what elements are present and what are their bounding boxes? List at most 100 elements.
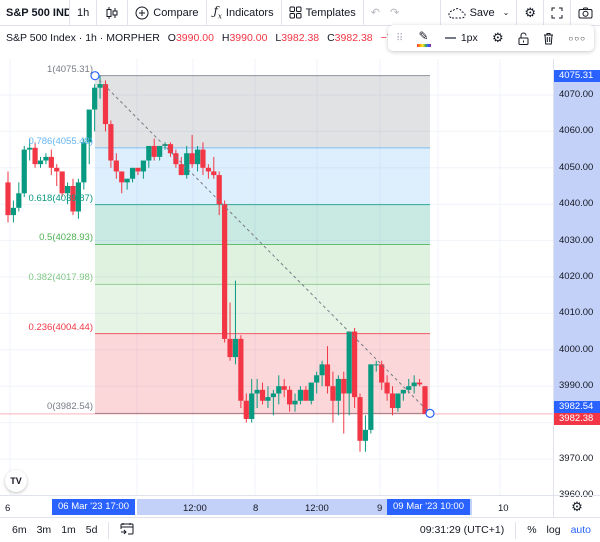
range-5d-button[interactable]: 5d [81, 524, 103, 536]
settings-button[interactable]: ⚙ [517, 0, 544, 26]
price-tick: 3970.00 [559, 453, 594, 464]
candle-body [97, 84, 103, 88]
legend-high-value: 3990.00 [229, 32, 268, 44]
interval-button[interactable]: 1h [70, 0, 98, 26]
legend-title[interactable]: S&P 500 Index · 1h · MORPHER [6, 32, 160, 44]
undo-icon[interactable]: ↶ [371, 6, 380, 19]
candle-body [59, 171, 65, 194]
symbol-label: S&P 500 INDI [6, 6, 70, 19]
line-color-button[interactable]: ✎ [416, 29, 431, 47]
price-axis[interactable]: 4070.00 4060.00 4050.00 4040.00 4030.00 4020.… [553, 59, 600, 500]
range-3m-button[interactable]: 3m [32, 524, 57, 536]
legend-open-value: 3990.00 [175, 32, 214, 44]
scale-settings-button[interactable]: ⚙ [553, 495, 600, 517]
candle-body [146, 145, 152, 161]
candle-body [411, 382, 417, 387]
chevron-down-icon[interactable]: ⌄ [503, 8, 510, 17]
trash-icon [544, 32, 554, 44]
fib-level-label: 0.382(4017.98) [28, 272, 93, 284]
price-tick: 4030.00 [559, 234, 594, 246]
candle-body [303, 389, 309, 401]
save-button[interactable]: Save ⌄ [439, 0, 518, 26]
candle-body [281, 386, 287, 390]
symbol-search-button[interactable]: S&P 500 INDI [0, 0, 70, 26]
indicators-button[interactable]: ƒx Indicators [207, 0, 282, 26]
snapshot-button[interactable] [571, 0, 600, 26]
candle-body [135, 167, 141, 172]
log-scale-toggle[interactable]: log [542, 524, 566, 536]
chart-type-button[interactable] [97, 0, 129, 26]
candle-body [102, 84, 109, 125]
legend-open-key: O [167, 32, 176, 44]
candle-body [81, 142, 87, 183]
candle-body [259, 389, 266, 401]
candle-body [222, 204, 228, 339]
divider [108, 521, 110, 539]
unlock-icon [518, 32, 529, 45]
candle-body [178, 164, 184, 176]
goto-date-button[interactable] [115, 522, 139, 538]
drag-handle-icon[interactable]: ⠿ [396, 33, 403, 44]
chart-pane[interactable]: 1(4075.31) 0.786(4055.48) 0.618(4039.87) 0.… [0, 59, 553, 495]
auto-scale-toggle[interactable]: auto [566, 524, 596, 536]
candle-body [10, 207, 17, 216]
templates-icon [289, 6, 302, 19]
lock-button[interactable] [518, 32, 529, 45]
more-horizontal-icon: ○○○ [568, 33, 586, 43]
price-tag: 3982.38 [554, 412, 600, 425]
fib-level-label: 1(4075.31) [47, 63, 93, 75]
divider [515, 521, 517, 539]
time-tick: 6 [5, 503, 11, 514]
indicators-label: Indicators [225, 6, 274, 19]
tradingview-logo[interactable]: TV [5, 470, 27, 492]
candle-body [113, 160, 119, 172]
candle-body [211, 171, 217, 176]
time-axis[interactable]: 6 06 Mar '23 17:00 12:00 8 12:00 9 09 Ma… [0, 495, 553, 517]
candle-body [416, 382, 423, 385]
range-6m-button[interactable]: 6m [7, 524, 32, 536]
price-tick: 3990.00 [559, 380, 594, 392]
range-1m-button[interactable]: 1m [56, 524, 81, 536]
candle-body [243, 400, 249, 419]
candle-body [129, 167, 136, 179]
fx-icon: ƒx [213, 4, 222, 21]
fib-level-label: 0(3982.54) [47, 401, 93, 413]
candle-body [351, 331, 358, 398]
delete-button[interactable] [543, 32, 554, 45]
percent-scale-toggle[interactable]: % [522, 524, 541, 536]
drawing-settings-button[interactable]: ⚙ [492, 30, 504, 46]
pencil-icon: ✎ [418, 29, 429, 43]
price-tick: 4040.00 [559, 198, 594, 210]
candle-body [265, 397, 271, 401]
candle-body [254, 389, 260, 394]
candle-body [157, 145, 163, 157]
line-sample-icon [444, 37, 456, 39]
candle-body [406, 386, 412, 390]
candle-body [92, 87, 98, 110]
redo-icon[interactable]: ↷ [390, 6, 399, 19]
price-tick: 4060.00 [559, 125, 594, 137]
fib-level-label: 0.236(4004.44) [28, 321, 93, 333]
candle-body [21, 149, 27, 194]
candle-body [151, 145, 157, 157]
clock-timezone[interactable]: 09:31:29 (UTC+1) [415, 524, 509, 536]
candle-body [276, 386, 282, 394]
price-tag: 4075.31 [554, 69, 600, 82]
series-legend: S&P 500 Index · 1h · MORPHER O3990.00 H3… [6, 32, 453, 44]
fib-zone-1 [95, 75, 430, 148]
fullscreen-button[interactable] [544, 0, 571, 26]
more-button[interactable]: ○○○ [568, 34, 586, 43]
candle-body [341, 378, 347, 394]
legend-low-value: 3982.38 [281, 32, 320, 44]
line-width-button[interactable]: 1px [444, 32, 478, 44]
price-tick: 4000.00 [559, 343, 594, 355]
calendar-goto-icon [120, 523, 134, 535]
legend-close-value: 3982.38 [334, 32, 373, 44]
candle-body [119, 171, 125, 183]
candle-body [324, 364, 331, 387]
candle-body [194, 149, 201, 165]
candle-body [346, 331, 352, 394]
compare-button[interactable]: Compare [128, 0, 207, 26]
templates-button[interactable]: Templates [282, 0, 364, 26]
